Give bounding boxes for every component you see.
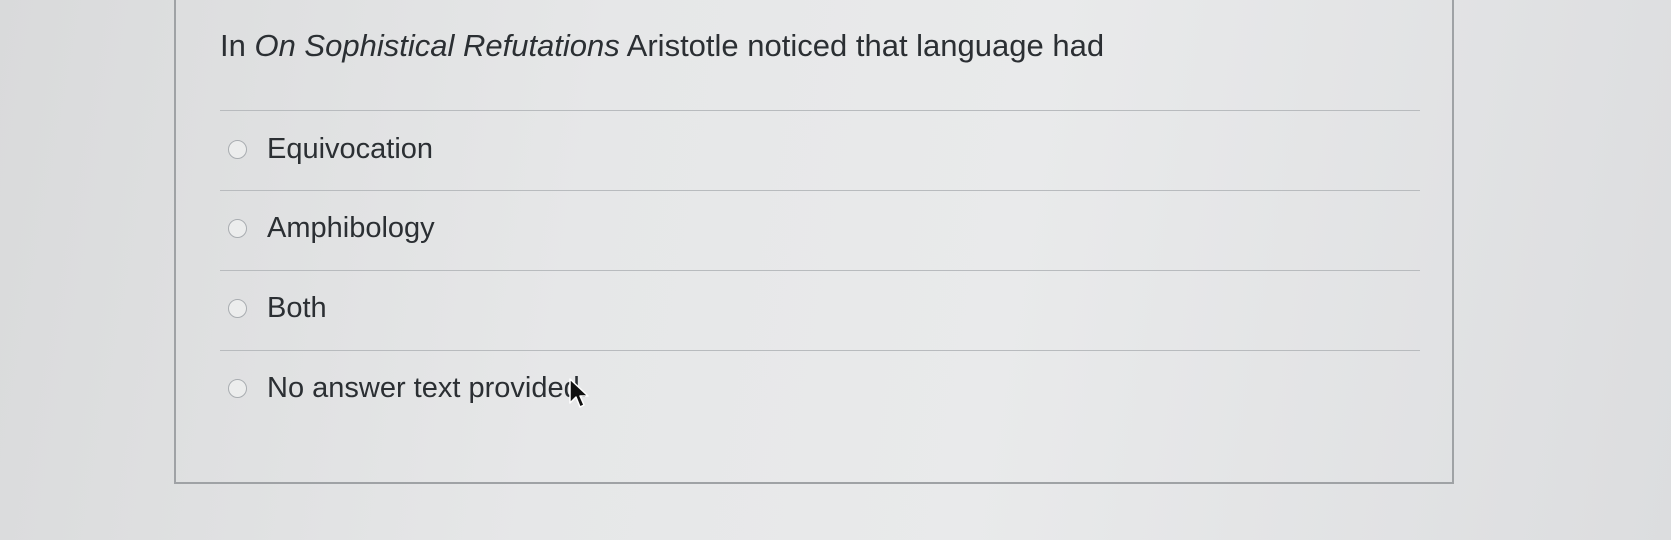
answer-option-no-answer[interactable]: No answer text provided.: [228, 368, 588, 408]
radio-circle-icon[interactable]: [228, 218, 247, 238]
answer-option-both[interactable]: Both: [228, 288, 327, 328]
question-suffix: Aristotle noticed that language had: [619, 28, 1105, 63]
answer-divider: [220, 270, 1420, 271]
answer-label: Both: [267, 291, 327, 324]
radio-circle-icon[interactable]: [228, 298, 247, 318]
answer-label: No answer text provided.: [267, 371, 588, 404]
question-card: In On Sophistical Refutations Aristotle …: [174, 0, 1454, 484]
answer-divider: [220, 350, 1420, 351]
mouse-pointer-icon: [569, 378, 589, 408]
radio-circle-icon[interactable]: [228, 378, 247, 398]
answer-divider: [220, 110, 1420, 111]
question-prefix: In: [220, 28, 255, 63]
answer-option-amphibology[interactable]: Amphibology: [228, 208, 435, 248]
answer-label: Amphibology: [267, 211, 435, 244]
radio-circle-icon[interactable]: [228, 139, 247, 159]
answer-option-equivocation[interactable]: Equivocation: [228, 129, 433, 169]
question-text: In On Sophistical Refutations Aristotle …: [220, 26, 1104, 66]
answer-label: Equivocation: [267, 132, 434, 165]
answer-divider: [220, 190, 1420, 191]
question-title-italic: On Sophistical Refutations: [254, 28, 620, 63]
